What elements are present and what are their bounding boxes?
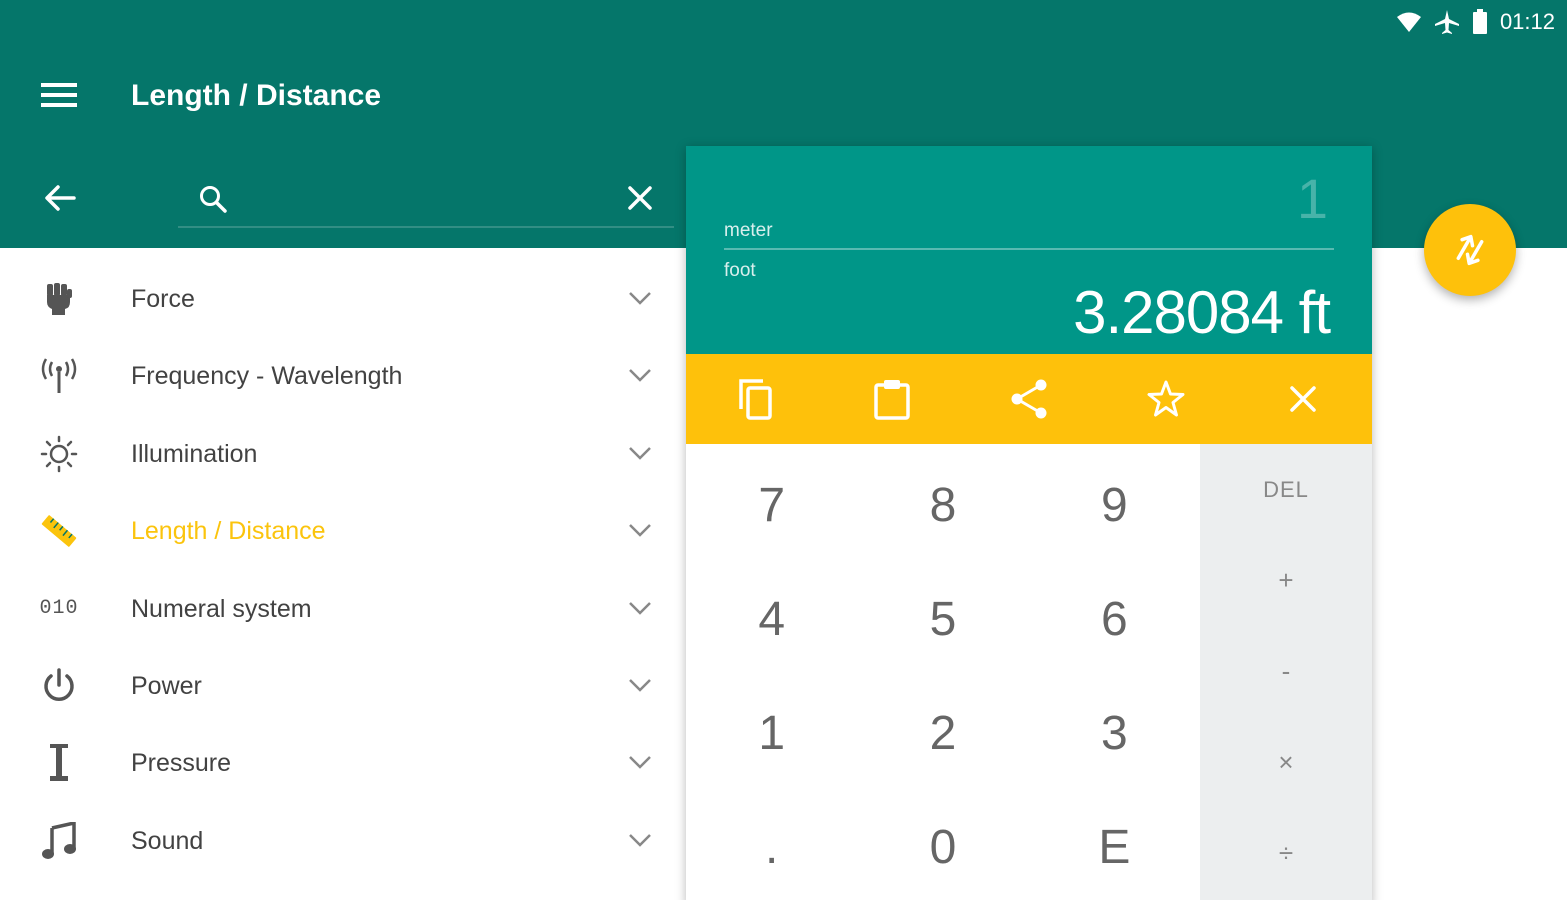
digit-keys: 7 8 9 4 5 6 1 2 3 . 0 E [686, 444, 1200, 900]
menu-button[interactable] [36, 76, 82, 114]
chevron-down-icon [629, 679, 651, 692]
category-list: Force Frequency - Wavelength Illuminatio… [0, 260, 686, 879]
close-icon [1290, 386, 1317, 412]
key-5[interactable]: 5 [857, 558, 1028, 672]
category-item-sound[interactable]: Sound [0, 802, 686, 879]
status-bar: 01:12 [1396, 6, 1555, 38]
from-unit-selector[interactable]: meter [724, 220, 773, 242]
share-button[interactable] [960, 354, 1097, 444]
star-icon [1147, 380, 1185, 417]
number-keypad: 7 8 9 4 5 6 1 2 3 . 0 E DEL + - × ÷ [686, 444, 1372, 900]
category-label: Sound [131, 826, 204, 855]
category-label: Numeral system [131, 594, 312, 623]
divide-key[interactable]: ÷ [1200, 808, 1372, 899]
conversion-result: 3.28084 ft [1073, 279, 1331, 346]
category-label: Force [131, 285, 195, 313]
back-button[interactable] [36, 176, 84, 220]
search-input[interactable] [244, 178, 614, 218]
plus-key[interactable]: + [1200, 535, 1372, 626]
category-item-force[interactable]: Force [0, 260, 686, 337]
category-item-length-distance[interactable]: Length / Distance [0, 492, 686, 569]
category-item-illumination[interactable]: Illumination [0, 415, 686, 492]
share-icon [1011, 379, 1047, 419]
key-exponent[interactable]: E [1029, 786, 1200, 900]
wifi-icon [1396, 12, 1421, 32]
converter-card: 1 meter foot 3.28084 ft 7 8 9 4 5 6 1 2 … [686, 146, 1372, 900]
minus-key[interactable]: - [1200, 626, 1372, 717]
favorite-button[interactable] [1098, 354, 1235, 444]
page-title: Length / Distance [131, 79, 382, 112]
category-item-pressure[interactable]: Pressure [0, 724, 686, 801]
category-label: Pressure [131, 749, 232, 778]
category-label: Illumination [131, 439, 258, 468]
category-item-power[interactable]: Power [0, 647, 686, 724]
delete-key[interactable]: DEL [1200, 444, 1372, 535]
battery-icon [1472, 9, 1487, 34]
operator-keys: DEL + - × ÷ [1200, 444, 1372, 900]
pressure-icon [38, 744, 80, 782]
hamburger-menu-icon [41, 83, 77, 107]
chevron-down-icon [629, 756, 651, 770]
fist-icon [38, 280, 80, 318]
chevron-down-icon [629, 292, 651, 305]
clear-result-button[interactable] [1235, 354, 1372, 444]
key-6[interactable]: 6 [1029, 558, 1200, 672]
app-root: 01:12 Length / Distance Force Frequency … [0, 0, 1567, 900]
binary-icon: 010 [38, 590, 80, 628]
input-value[interactable]: 1 [1297, 166, 1328, 231]
power-icon [38, 667, 80, 705]
key-0[interactable]: 0 [857, 786, 1028, 900]
category-label: Power [131, 671, 202, 700]
chevron-down-icon [629, 833, 651, 847]
key-decimal[interactable]: . [686, 786, 857, 900]
search-bar [178, 168, 674, 228]
sun-icon [38, 435, 80, 473]
result-action-bar [686, 354, 1372, 444]
converter-display: 1 meter foot 3.28084 ft [686, 146, 1372, 354]
chevron-down-icon [629, 369, 651, 383]
category-item-numeral-system[interactable]: 010 Numeral system [0, 570, 686, 647]
key-1[interactable]: 1 [686, 672, 857, 786]
search-icon [200, 186, 227, 213]
close-icon [628, 186, 652, 210]
key-9[interactable]: 9 [1029, 444, 1200, 558]
key-4[interactable]: 4 [686, 558, 857, 672]
clipboard-icon [874, 380, 910, 420]
key-3[interactable]: 3 [1029, 672, 1200, 786]
copy-icon [738, 379, 772, 420]
multiply-key[interactable]: × [1200, 717, 1372, 808]
clear-search-button[interactable] [622, 180, 658, 216]
music-note-icon [38, 821, 80, 860]
airplane-icon [1434, 10, 1459, 34]
antenna-icon [38, 357, 80, 395]
chevron-down-icon [629, 601, 651, 615]
category-label: Length / Distance [131, 517, 326, 546]
swap-vertical-icon [1456, 234, 1484, 266]
to-unit-selector[interactable]: foot [724, 260, 756, 282]
unit-divider [724, 248, 1334, 250]
paste-button[interactable] [823, 354, 960, 444]
arrow-back-icon [45, 185, 76, 211]
swap-units-button[interactable] [1424, 204, 1516, 296]
copy-button[interactable] [686, 354, 823, 444]
binary-icon-text: 010 [39, 597, 79, 621]
status-time: 01:12 [1499, 9, 1555, 34]
chevron-down-icon [629, 446, 651, 460]
key-8[interactable]: 8 [857, 444, 1028, 558]
category-item-frequency-wavelength[interactable]: Frequency - Wavelength [0, 337, 686, 414]
ruler-icon [38, 512, 80, 550]
key-7[interactable]: 7 [686, 444, 857, 558]
category-label: Frequency - Wavelength [131, 362, 403, 391]
chevron-down-icon [629, 524, 651, 537]
key-2[interactable]: 2 [857, 672, 1028, 786]
